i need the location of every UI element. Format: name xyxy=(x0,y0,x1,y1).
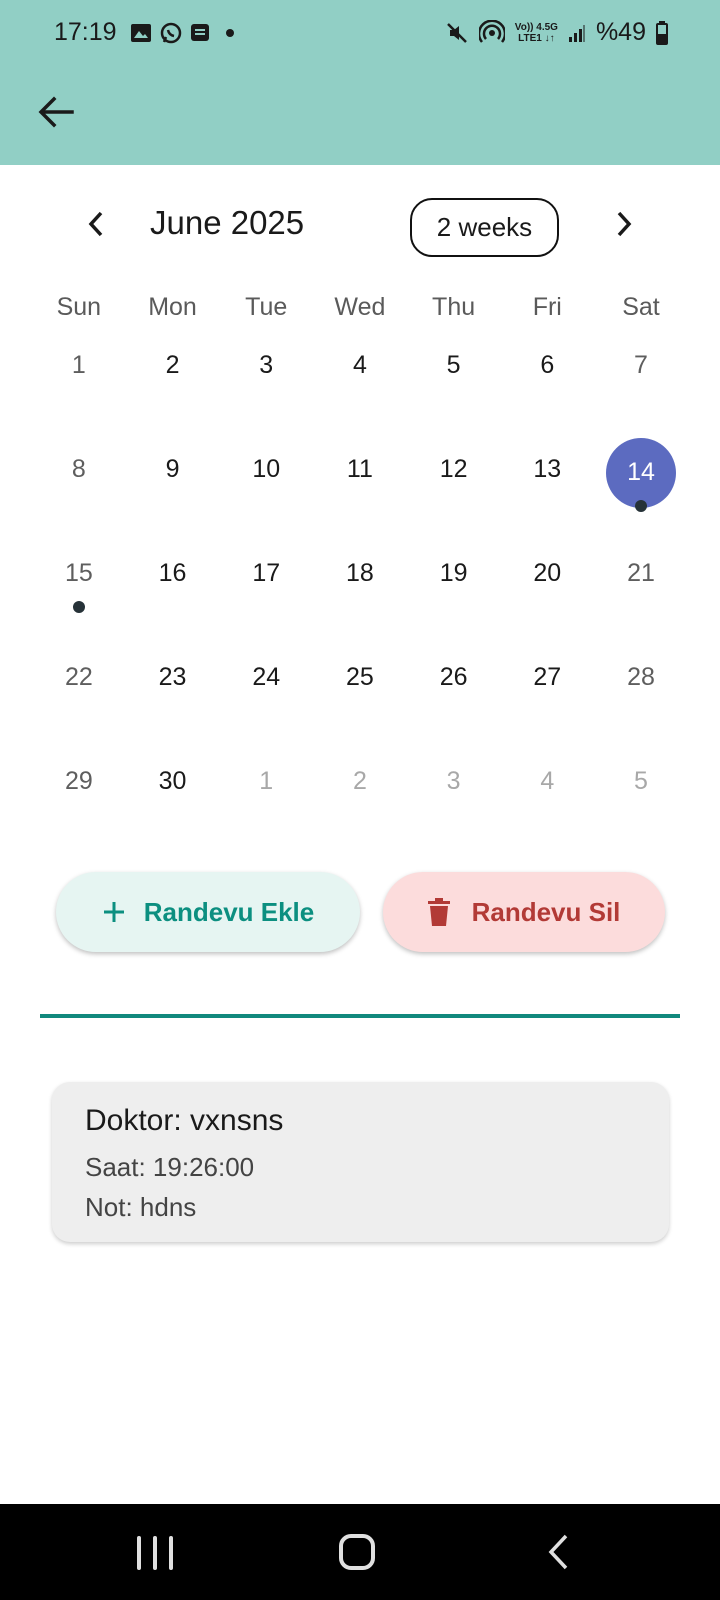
dow-label: Mon xyxy=(148,293,197,321)
calendar-day[interactable]: 3 xyxy=(219,324,313,428)
battery-percent: %49 xyxy=(595,18,646,46)
dot-icon xyxy=(226,29,234,37)
add-appointment-button[interactable]: Randevu Ekle xyxy=(56,872,360,952)
calendar-day[interactable]: 24 xyxy=(219,636,313,740)
calendar-day[interactable]: 27 xyxy=(500,636,594,740)
prev-month-button[interactable] xyxy=(76,204,116,244)
home-button[interactable] xyxy=(339,1534,375,1570)
recents-icon-bar xyxy=(153,1536,157,1570)
calendar-week: 8 9 10 11 12 13 14 xyxy=(32,428,688,532)
status-bar: 17:19 Vo)) 4.5G LTE1 ↓↑ %49 xyxy=(0,0,720,72)
chevron-left-icon xyxy=(88,211,103,237)
calendar-day[interactable]: 2 xyxy=(126,324,220,428)
calendar-day[interactable]: 25 xyxy=(313,636,407,740)
calendar-day[interactable]: 5 xyxy=(407,324,501,428)
back-button[interactable] xyxy=(34,90,78,134)
divider xyxy=(40,1014,680,1018)
calendar-week: 15 16 17 18 19 20 21 xyxy=(32,532,688,636)
arrow-back-icon xyxy=(38,96,74,128)
recents-icon-bar xyxy=(169,1536,173,1570)
system-nav-bar xyxy=(0,1504,720,1600)
dow-label: Sat xyxy=(622,293,660,321)
next-month-button[interactable] xyxy=(604,204,644,244)
days-of-week: Sun Mon Tue Wed Thu Fri Sat xyxy=(32,293,688,322)
hotspot-icon xyxy=(478,19,505,43)
plus-icon xyxy=(103,902,124,922)
calendar-day[interactable]: 16 xyxy=(126,532,220,636)
whatsapp-icon xyxy=(160,22,182,44)
dow-label: Fri xyxy=(532,293,562,321)
calendar-day[interactable]: 20 xyxy=(500,532,594,636)
month-title: June 2025 xyxy=(150,204,305,241)
mute-icon xyxy=(446,22,467,43)
calendar-week: 1 2 3 4 5 6 7 xyxy=(32,324,688,428)
battery-icon xyxy=(656,20,668,45)
calendar-format-button[interactable]: 2 weeks xyxy=(410,198,559,257)
signal-icon xyxy=(568,24,585,42)
appointment-card[interactable]: Doktor: vxnsns Saat: 19:26:00 Not: hdns xyxy=(52,1082,669,1242)
calendar-day[interactable]: 9 xyxy=(126,428,220,532)
calendar-day[interactable]: 11 xyxy=(313,428,407,532)
dow-label: Sun xyxy=(56,293,102,321)
calendar-day[interactable]: 13 xyxy=(500,428,594,532)
delete-appointment-button[interactable]: Randevu Sil xyxy=(383,872,665,952)
calendar-day-outside[interactable]: 3 xyxy=(407,740,501,844)
dow-label: Wed xyxy=(334,293,386,321)
event-marker xyxy=(73,601,85,613)
calendar-day[interactable]: 15 xyxy=(32,532,126,636)
calendar-day-selected[interactable]: 14 xyxy=(594,428,688,532)
appointment-time: Saat: 19:26:00 xyxy=(85,1152,255,1182)
calendar-day-outside[interactable]: 2 xyxy=(313,740,407,844)
message-icon xyxy=(191,24,209,41)
image-icon xyxy=(131,24,151,42)
calendar-day[interactable]: 21 xyxy=(594,532,688,636)
calendar-day[interactable]: 19 xyxy=(407,532,501,636)
calendar-week: 22 23 24 25 26 27 28 xyxy=(32,636,688,740)
appointment-doctor: Doktor: vxnsns xyxy=(85,1104,284,1137)
calendar-day[interactable]: 7 xyxy=(594,324,688,428)
app-bar xyxy=(0,72,720,165)
calendar-day[interactable]: 29 xyxy=(32,740,126,844)
calendar-day[interactable]: 28 xyxy=(594,636,688,740)
calendar-day-outside[interactable]: 4 xyxy=(500,740,594,844)
calendar-day[interactable]: 4 xyxy=(313,324,407,428)
calendar-day[interactable]: 18 xyxy=(313,532,407,636)
calendar-grid: 1 2 3 4 5 6 7 8 9 10 11 12 13 14 15 16 1… xyxy=(32,324,688,844)
calendar-day[interactable]: 30 xyxy=(126,740,220,844)
dow-label: Thu xyxy=(432,293,476,321)
calendar-day[interactable]: 1 xyxy=(32,324,126,428)
status-time: 17:19 xyxy=(54,18,117,46)
calendar-day[interactable]: 26 xyxy=(407,636,501,740)
calendar-day[interactable]: 6 xyxy=(500,324,594,428)
calendar-day[interactable]: 8 xyxy=(32,428,126,532)
dow-label: Tue xyxy=(245,293,288,321)
event-marker xyxy=(635,500,648,512)
calendar-day[interactable]: 10 xyxy=(219,428,313,532)
add-appointment-label: Randevu Ekle xyxy=(143,896,315,927)
nav-back-icon[interactable] xyxy=(546,1534,570,1570)
delete-appointment-label: Randevu Sil xyxy=(471,896,621,927)
calendar-header: June 2025 2 weeks xyxy=(0,196,720,257)
recents-button[interactable] xyxy=(137,1536,173,1570)
calendar-day-outside[interactable]: 5 xyxy=(594,740,688,844)
calendar-day-outside[interactable]: 1 xyxy=(219,740,313,844)
recents-icon-bar xyxy=(137,1536,141,1570)
chevron-right-icon xyxy=(617,211,632,237)
calendar-day[interactable]: 17 xyxy=(219,532,313,636)
calendar-day[interactable]: 22 xyxy=(32,636,126,740)
calendar-day[interactable]: 23 xyxy=(126,636,220,740)
appointment-note: Not: hdns xyxy=(85,1192,197,1222)
calendar-day[interactable]: 12 xyxy=(407,428,501,532)
trash-icon xyxy=(427,898,450,926)
network-type: Vo)) 4.5G LTE1 ↓↑ xyxy=(514,21,558,44)
calendar-week: 29 30 1 2 3 4 5 xyxy=(32,740,688,844)
